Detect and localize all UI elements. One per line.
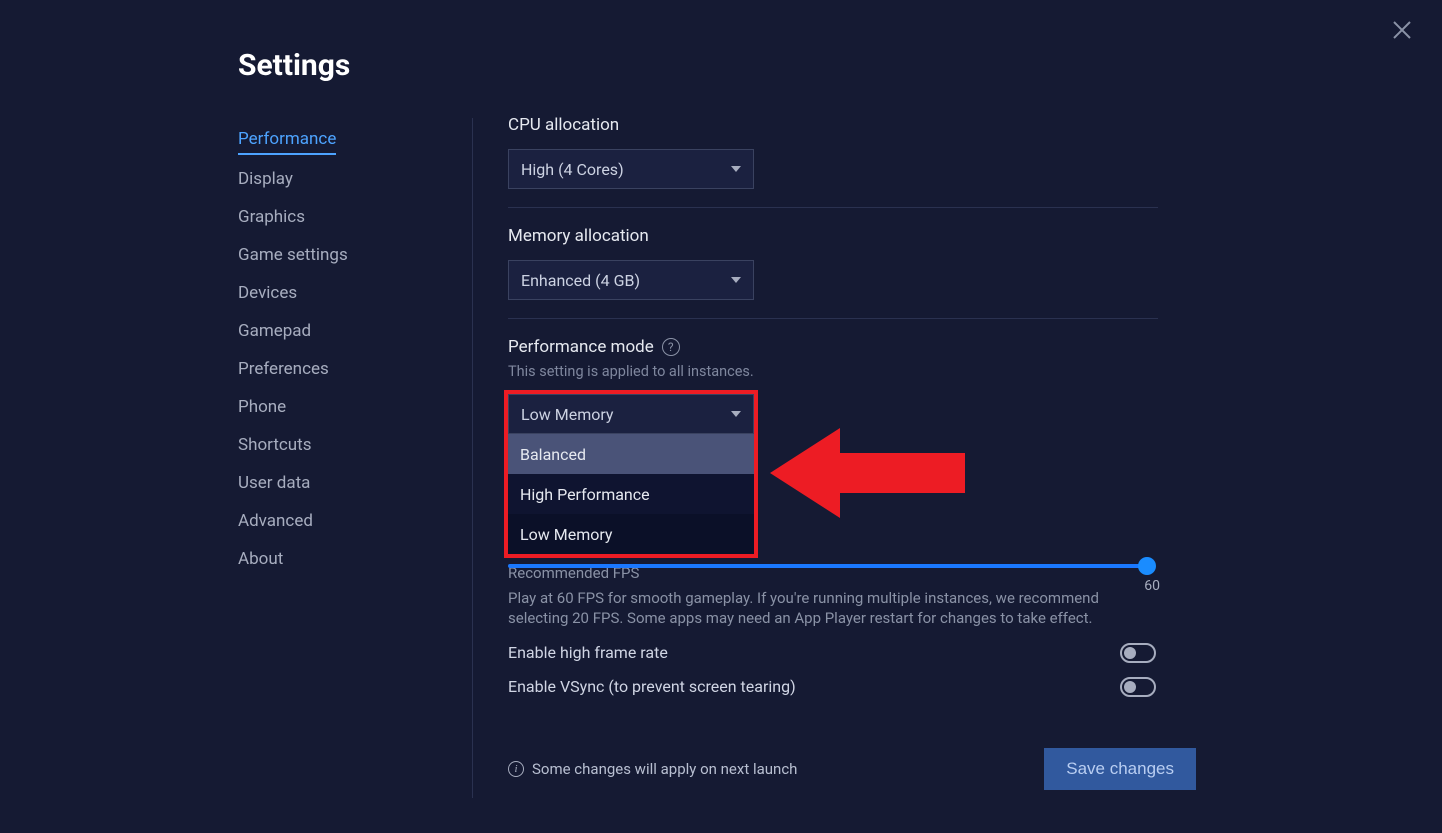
save-changes-button[interactable]: Save changes (1044, 748, 1196, 790)
vertical-divider (472, 118, 473, 798)
section-divider (508, 207, 1158, 208)
cpu-allocation-value: High (4 Cores) (521, 160, 624, 179)
performance-mode-subtext: This setting is applied to all instances… (508, 363, 1168, 380)
chevron-down-icon (731, 411, 741, 417)
high-frame-rate-toggle[interactable] (1120, 643, 1156, 663)
sidebar-item-graphics[interactable]: Graphics (238, 198, 305, 236)
memory-allocation-label: Memory allocation (508, 226, 1168, 246)
cpu-allocation-label: CPU allocation (508, 115, 1168, 135)
close-icon (1390, 18, 1414, 42)
slider-thumb[interactable] (1138, 557, 1156, 575)
sidebar-item-shortcuts[interactable]: Shortcuts (238, 426, 312, 464)
sidebar-item-display[interactable]: Display (238, 160, 293, 198)
sidebar-item-preferences[interactable]: Preferences (238, 350, 329, 388)
toggle-knob (1124, 647, 1136, 659)
footer-note: i Some changes will apply on next launch (508, 760, 797, 778)
vsync-toggle[interactable] (1120, 677, 1156, 697)
sidebar-item-advanced[interactable]: Advanced (238, 502, 313, 540)
sidebar-item-user-data[interactable]: User data (238, 464, 310, 502)
info-icon: i (508, 761, 524, 777)
memory-allocation-select[interactable]: Enhanced (4 GB) (508, 260, 754, 300)
sidebar-item-game-settings[interactable]: Game settings (238, 236, 348, 274)
toggle-knob (1124, 681, 1136, 693)
sidebar: Performance Display Graphics Game settin… (238, 120, 438, 578)
page-title: Settings (238, 48, 350, 83)
section-divider (508, 318, 1158, 319)
dropdown-option-high-performance[interactable]: High Performance (508, 474, 754, 514)
chevron-down-icon (731, 166, 741, 172)
dropdown-option-balanced[interactable]: Balanced (508, 434, 754, 474)
settings-content: CPU allocation High (4 Cores) Memory all… (508, 115, 1168, 697)
performance-mode-value: Low Memory (521, 405, 613, 424)
vsync-label: Enable VSync (to prevent screen tearing) (508, 677, 796, 696)
footer-bar: i Some changes will apply on next launch… (508, 748, 1196, 790)
annotation-arrow (770, 423, 970, 523)
close-button[interactable] (1390, 18, 1414, 42)
performance-mode-label: Performance mode ? (508, 337, 1168, 357)
sidebar-item-about[interactable]: About (238, 540, 283, 578)
cpu-allocation-select[interactable]: High (4 Cores) (508, 149, 754, 189)
dropdown-option-low-memory[interactable]: Low Memory (508, 514, 754, 554)
performance-mode-dropdown: Balanced High Performance Low Memory (508, 434, 754, 554)
performance-mode-select[interactable]: Low Memory (508, 394, 754, 434)
memory-allocation-value: Enhanced (4 GB) (521, 271, 640, 290)
recommended-fps-text: Play at 60 FPS for smooth gameplay. If y… (508, 588, 1158, 629)
fps-value-label: 60 (1144, 578, 1160, 594)
chevron-down-icon (731, 277, 741, 283)
sidebar-item-phone[interactable]: Phone (238, 388, 286, 426)
slider-track (508, 564, 1148, 568)
sidebar-item-devices[interactable]: Devices (238, 274, 297, 312)
high-frame-rate-label: Enable high frame rate (508, 643, 668, 662)
sidebar-item-gamepad[interactable]: Gamepad (238, 312, 311, 350)
sidebar-item-performance[interactable]: Performance (238, 120, 336, 155)
help-icon[interactable]: ? (662, 338, 680, 356)
